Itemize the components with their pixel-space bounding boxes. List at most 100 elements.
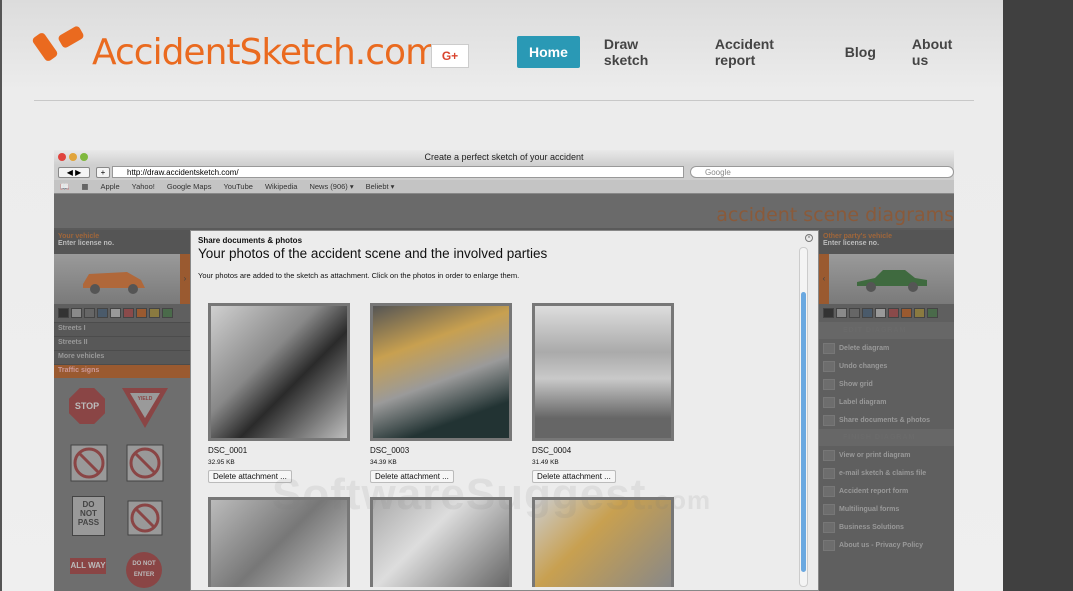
language-icon <box>823 503 835 515</box>
yield-sign-label: YIELD <box>138 396 153 402</box>
bookmarks-icon[interactable]: 📖 <box>60 182 69 191</box>
color-swatch[interactable] <box>162 308 173 318</box>
menu-business[interactable]: Business Solutions <box>819 518 954 536</box>
section-streets-1[interactable]: Streets I <box>54 322 190 336</box>
nav-accident-report[interactable]: Accident report <box>715 36 809 68</box>
nav-about-us[interactable]: About us <box>912 36 967 68</box>
zoom-icon[interactable] <box>80 153 88 161</box>
color-swatch-selected[interactable] <box>136 308 147 318</box>
color-swatch[interactable] <box>849 308 860 318</box>
nav-blog[interactable]: Blog <box>845 44 876 60</box>
menu-about-privacy[interactable]: About us - Privacy Policy <box>819 536 954 554</box>
color-swatch[interactable] <box>888 308 899 318</box>
stop-sign[interactable]: STOP <box>69 388 105 424</box>
google-plus-button[interactable]: G+ <box>431 44 469 68</box>
bookmark[interactable]: News (906) ▾ <box>309 182 353 191</box>
license-input[interactable]: Enter license no. <box>58 240 186 247</box>
info-icon <box>823 539 835 551</box>
menu-delete-diagram[interactable]: Delete diagram <box>819 339 954 357</box>
share-photos-dialog: Share documents & photos × Your photos o… <box>190 230 819 591</box>
bookmark[interactable]: Wikipedia <box>265 182 298 191</box>
all-way-sign[interactable]: ALL WAY <box>70 558 106 574</box>
license-input[interactable]: Enter license no. <box>823 240 950 247</box>
do-not-pass-sign[interactable]: DO NOT PASS <box>72 496 105 536</box>
section-streets-2[interactable]: Streets II <box>54 336 190 350</box>
photo-card: DSC_0001 32.95 KB Delete attachment ... <box>208 303 350 484</box>
trash-icon <box>823 342 835 354</box>
color-swatch[interactable] <box>836 308 847 318</box>
search-field[interactable]: Google <box>690 166 954 178</box>
photo-card: DSC_0004 31.49 KB Delete attachment ... <box>532 303 674 484</box>
close-dialog-icon[interactable]: × <box>805 234 813 242</box>
vehicle-preview[interactable]: › <box>54 254 190 304</box>
your-vehicle-label: Your vehicle <box>58 233 100 240</box>
section-traffic-signs[interactable]: Traffic signs <box>54 364 190 378</box>
prev-vehicle-button[interactable]: ‹ <box>819 254 829 304</box>
bookmark[interactable]: Apple <box>100 182 119 191</box>
nav-draw-sketch[interactable]: Draw sketch <box>604 36 679 68</box>
color-swatch[interactable] <box>123 308 134 318</box>
grid-icon[interactable]: ▦ <box>81 182 88 191</box>
nav-home[interactable]: Home <box>517 36 580 68</box>
vehicle-preview[interactable]: ‹ <box>819 254 954 304</box>
yield-sign[interactable]: YIELD <box>120 386 170 430</box>
browser-titlebar: Create a perfect sketch of your accident <box>54 150 954 165</box>
site-logo[interactable]: AccidentSketch.com <box>32 22 440 73</box>
menu-label-diagram[interactable]: Label diagram <box>819 393 954 411</box>
main-nav: Home Draw sketch Accident report Blog Ab… <box>517 36 1003 68</box>
section-more-vehicles[interactable]: More vehicles <box>54 350 190 364</box>
photo-thumbnail[interactable] <box>208 303 350 441</box>
menu-multilingual[interactable]: Multilingual forms <box>819 500 954 518</box>
menu-email-sketch[interactable]: e-mail sketch & claims file <box>819 464 954 482</box>
menu-share-documents[interactable]: Share documents & photos <box>819 411 954 429</box>
photo-name: DSC_0001 <box>208 446 248 455</box>
photo-name: DSC_0003 <box>370 446 410 455</box>
photo-size: 34.39 KB <box>370 459 397 466</box>
color-swatch[interactable] <box>914 308 925 318</box>
url-field[interactable]: http://draw.accidentsketch.com/ <box>112 166 684 178</box>
bookmark[interactable]: Beliebt ▾ <box>366 182 395 191</box>
color-swatch[interactable] <box>71 308 82 318</box>
undo-icon <box>823 360 835 372</box>
menu-accident-report[interactable]: Accident report form <box>819 482 954 500</box>
close-icon[interactable] <box>58 153 66 161</box>
color-swatch[interactable] <box>149 308 160 318</box>
photo-icon <box>823 414 835 426</box>
bookmark[interactable]: Yahoo! <box>132 182 155 191</box>
menu-view-print[interactable]: View or print diagram <box>819 446 954 464</box>
no-left-turn-sign[interactable] <box>70 444 108 482</box>
left-panel: Your vehicle Enter license no. › Streets … <box>54 230 190 591</box>
bookmarks-bar: 📖 ▦ Apple Yahoo! Google Maps YouTube Wiki… <box>54 180 954 194</box>
color-swatch[interactable] <box>84 308 95 318</box>
bookmark[interactable]: Google Maps <box>167 182 212 191</box>
photo-thumbnail[interactable] <box>370 303 512 441</box>
no-u-turn-sign[interactable] <box>127 500 163 536</box>
color-swatch[interactable] <box>875 308 886 318</box>
next-vehicle-button[interactable]: › <box>180 254 190 304</box>
photo-thumbnail[interactable] <box>532 303 674 441</box>
color-swatch[interactable] <box>58 308 69 318</box>
minimize-icon[interactable] <box>69 153 77 161</box>
color-swatch[interactable] <box>97 308 108 318</box>
color-swatch-selected[interactable] <box>927 308 938 318</box>
color-swatch[interactable] <box>823 308 834 318</box>
color-swatch[interactable] <box>862 308 873 318</box>
back-forward-buttons[interactable]: ◀ ▶ <box>58 167 90 178</box>
do-not-enter-sign[interactable]: DO NOT ENTER <box>126 552 162 588</box>
no-right-turn-sign[interactable] <box>126 444 164 482</box>
other-vehicle-label: Other party's vehicle <box>823 233 892 240</box>
browser-toolbar: ◀ ▶ + http://draw.accidentsketch.com/ Go… <box>54 165 954 180</box>
photo-size: 31.49 KB <box>532 459 559 466</box>
menu-undo-changes[interactable]: Undo changes <box>819 357 954 375</box>
app-brand: accident scene diagrams <box>716 204 954 226</box>
color-swatch[interactable] <box>901 308 912 318</box>
photo-size: 32.95 KB <box>208 459 235 466</box>
bookmark[interactable]: YouTube <box>223 182 252 191</box>
green-car-icon <box>857 270 927 292</box>
dialog-scrollbar[interactable] <box>799 247 808 587</box>
add-bookmark-button[interactable]: + <box>96 167 110 178</box>
color-swatch[interactable] <box>110 308 121 318</box>
dialog-description: Your photos are added to the sketch as a… <box>198 271 520 280</box>
menu-show-grid[interactable]: Show grid <box>819 375 954 393</box>
business-icon <box>823 521 835 533</box>
